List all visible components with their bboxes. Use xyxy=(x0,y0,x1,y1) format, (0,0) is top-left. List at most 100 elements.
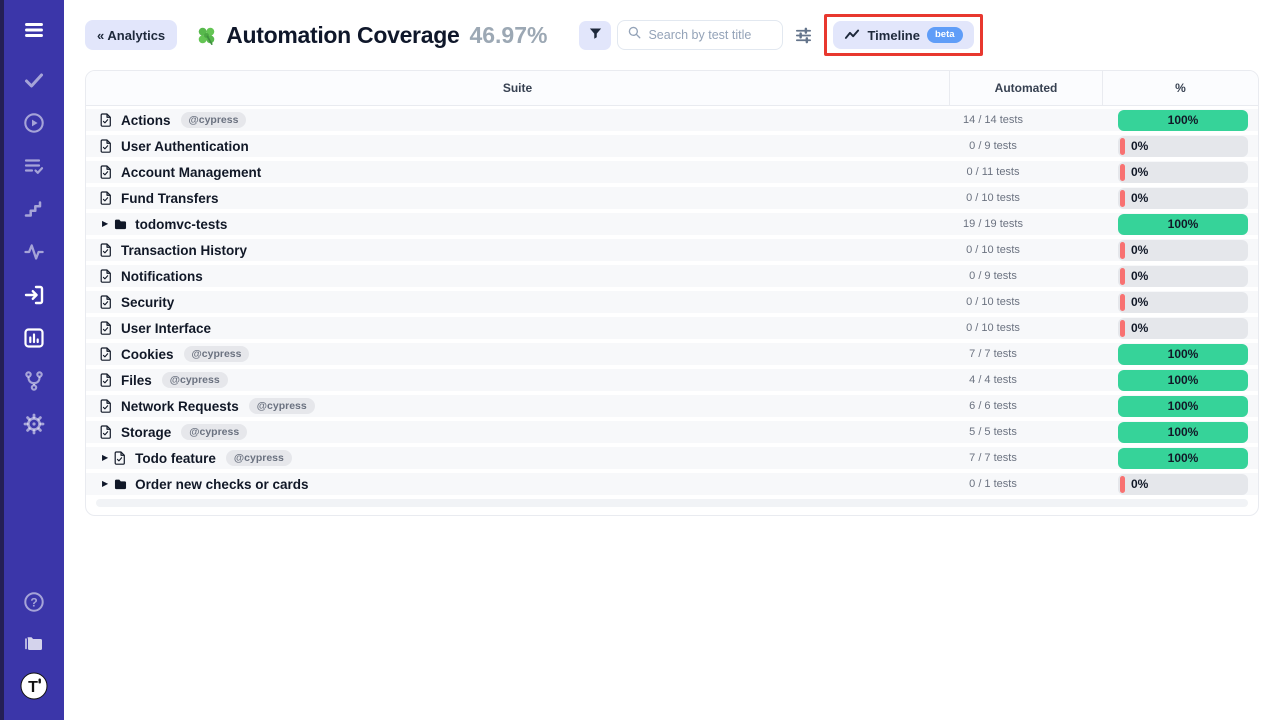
zero-coverage-indicator xyxy=(1120,320,1125,337)
table-row[interactable]: Network Requests@cypress6 / 6 tests100% xyxy=(86,395,1258,417)
coverage-progress-bar: 100% xyxy=(1118,396,1248,417)
percent-cell: 0% xyxy=(1103,188,1258,209)
zero-coverage-indicator xyxy=(1120,268,1125,285)
timeline-button-label: Timeline xyxy=(867,28,920,43)
suite-name[interactable]: User Authentication xyxy=(121,139,249,154)
table-row[interactable]: Notifications0 / 9 tests0% xyxy=(86,265,1258,287)
table-row[interactable]: Storage@cypress5 / 5 tests100% xyxy=(86,421,1258,443)
suite-cell: Security xyxy=(86,295,949,310)
adjustments-icon[interactable] xyxy=(794,26,813,45)
suite-cell: Notifications xyxy=(86,269,949,284)
sidebar-bottom-icons: ?T xyxy=(20,590,48,700)
suite-file-icon xyxy=(100,295,113,309)
coverage-progress-bar: 0% xyxy=(1118,188,1248,209)
help-icon[interactable]: ? xyxy=(22,590,46,614)
filter-button[interactable] xyxy=(579,21,611,50)
automated-count: 7 / 7 tests xyxy=(949,348,1103,360)
column-header-automated: Automated xyxy=(949,71,1103,105)
percent-cell: 100% xyxy=(1103,110,1258,131)
zero-coverage-indicator xyxy=(1120,190,1125,207)
play-circle-icon[interactable] xyxy=(22,111,46,135)
table-row[interactable]: User Interface0 / 10 tests0% xyxy=(86,317,1258,339)
expand-caret-icon[interactable]: ▶ xyxy=(102,454,108,462)
percent-cell: 0% xyxy=(1103,136,1258,157)
zero-coverage-indicator xyxy=(1120,476,1125,493)
timeline-button[interactable]: Timeline beta xyxy=(833,21,973,49)
table-body: Actions @cypress 14 / 14 tests 100% User Aut… xyxy=(86,106,1258,495)
automated-count: 14 / 14 tests xyxy=(949,114,1103,126)
suite-name[interactable]: Account Management xyxy=(121,165,261,180)
suite-name[interactable]: Actions xyxy=(121,113,171,128)
coverage-progress-bar: 0% xyxy=(1118,266,1248,287)
svg-text:T: T xyxy=(28,679,38,696)
settings-gear-icon[interactable] xyxy=(22,412,46,436)
suite-cell: User Interface xyxy=(86,321,949,336)
suite-name[interactable]: User Interface xyxy=(121,321,211,336)
table-row[interactable]: Files@cypress4 / 4 tests100% xyxy=(86,369,1258,391)
search-icon xyxy=(627,25,642,45)
main-content: « Analytics Automation Coverage 46.97% xyxy=(64,0,1280,720)
back-to-analytics-button[interactable]: « Analytics xyxy=(85,20,177,50)
expand-caret-icon[interactable]: ▶ xyxy=(102,220,108,228)
back-button-label: « Analytics xyxy=(97,28,165,43)
cypress-tag-badge: @cypress xyxy=(181,112,247,128)
suite-file-icon xyxy=(100,373,113,387)
suite-name[interactable]: Storage xyxy=(121,425,171,440)
table-row[interactable]: Fund Transfers0 / 10 tests0% xyxy=(86,187,1258,209)
automated-count: 0 / 10 tests xyxy=(949,322,1103,334)
percent-cell: 0% xyxy=(1103,292,1258,313)
suite-file-icon xyxy=(114,451,127,465)
sign-in-icon[interactable] xyxy=(22,283,46,307)
search-input[interactable] xyxy=(648,28,773,42)
steps-icon[interactable] xyxy=(22,197,46,221)
automated-count: 0 / 9 tests xyxy=(949,140,1103,152)
suite-name[interactable]: Transaction History xyxy=(121,243,247,258)
percent-cell: 100% xyxy=(1103,370,1258,391)
table-row[interactable]: ▶ Order new checks or cards 0 / 1 tests 0% xyxy=(86,473,1258,495)
suite-name[interactable]: todomvc-tests xyxy=(135,217,227,232)
sidebar-top-icons xyxy=(22,18,46,436)
automated-count: 0 / 10 tests xyxy=(949,296,1103,308)
checklist-icon[interactable] xyxy=(22,154,46,178)
table-row[interactable]: ▶todomvc-tests19 / 19 tests100% xyxy=(86,213,1258,235)
table-bottom-scroll-track[interactable] xyxy=(96,499,1248,507)
svg-text:?: ? xyxy=(30,595,37,609)
suite-file-icon xyxy=(100,347,113,361)
activity-icon[interactable] xyxy=(22,240,46,264)
suite-file-icon xyxy=(100,139,113,153)
files-icon[interactable] xyxy=(22,631,46,655)
bar-chart-icon[interactable] xyxy=(22,326,46,350)
table-row[interactable]: Transaction History0 / 10 tests0% xyxy=(86,239,1258,261)
suite-name[interactable]: Fund Transfers xyxy=(121,191,219,206)
page-header: « Analytics Automation Coverage 46.97% xyxy=(85,0,1259,70)
table-row[interactable]: Actions @cypress 14 / 14 tests 100% xyxy=(86,109,1258,131)
git-fork-icon[interactable] xyxy=(22,369,46,393)
table-row[interactable]: Account Management0 / 11 tests0% xyxy=(86,161,1258,183)
suite-name[interactable]: Cookies xyxy=(121,347,174,362)
menu-icon[interactable] xyxy=(22,18,46,42)
expand-caret-icon[interactable]: ▶ xyxy=(102,480,108,488)
suite-name[interactable]: Network Requests xyxy=(121,399,239,414)
percent-cell: 0% xyxy=(1103,162,1258,183)
table-row[interactable]: ▶Todo feature@cypress7 / 7 tests100% xyxy=(86,447,1258,469)
coverage-percent-label: 100% xyxy=(1168,347,1199,361)
suite-cell: ▶Todo feature@cypress xyxy=(86,450,949,466)
zero-coverage-indicator xyxy=(1120,242,1125,259)
table-row[interactable]: Cookies@cypress7 / 7 tests100% xyxy=(86,343,1258,365)
suite-name[interactable]: Security xyxy=(121,295,174,310)
testomat-logo-icon[interactable]: T xyxy=(20,672,48,700)
suite-name[interactable]: Todo feature xyxy=(135,451,216,466)
percent-cell: 100% xyxy=(1103,448,1258,469)
check-icon[interactable] xyxy=(22,68,46,92)
suite-file-icon xyxy=(100,399,113,413)
table-row[interactable]: User Authentication 0 / 9 tests0% xyxy=(86,135,1258,157)
automated-count: 0 / 1 tests xyxy=(949,478,1103,490)
suite-name[interactable]: Order new checks or cards xyxy=(135,477,308,492)
table-row[interactable]: Security 0 / 10 tests0% xyxy=(86,291,1258,313)
suite-name[interactable]: Notifications xyxy=(121,269,203,284)
coverage-table: Suite Automated % Actions@cypress14 / 14… xyxy=(85,70,1259,516)
suite-name[interactable]: Files xyxy=(121,373,152,388)
coverage-progress-bar: 0% xyxy=(1118,474,1248,495)
suite-cell: ▶ Order new checks or cards xyxy=(86,477,949,492)
coverage-progress-bar: 100% xyxy=(1118,110,1248,131)
